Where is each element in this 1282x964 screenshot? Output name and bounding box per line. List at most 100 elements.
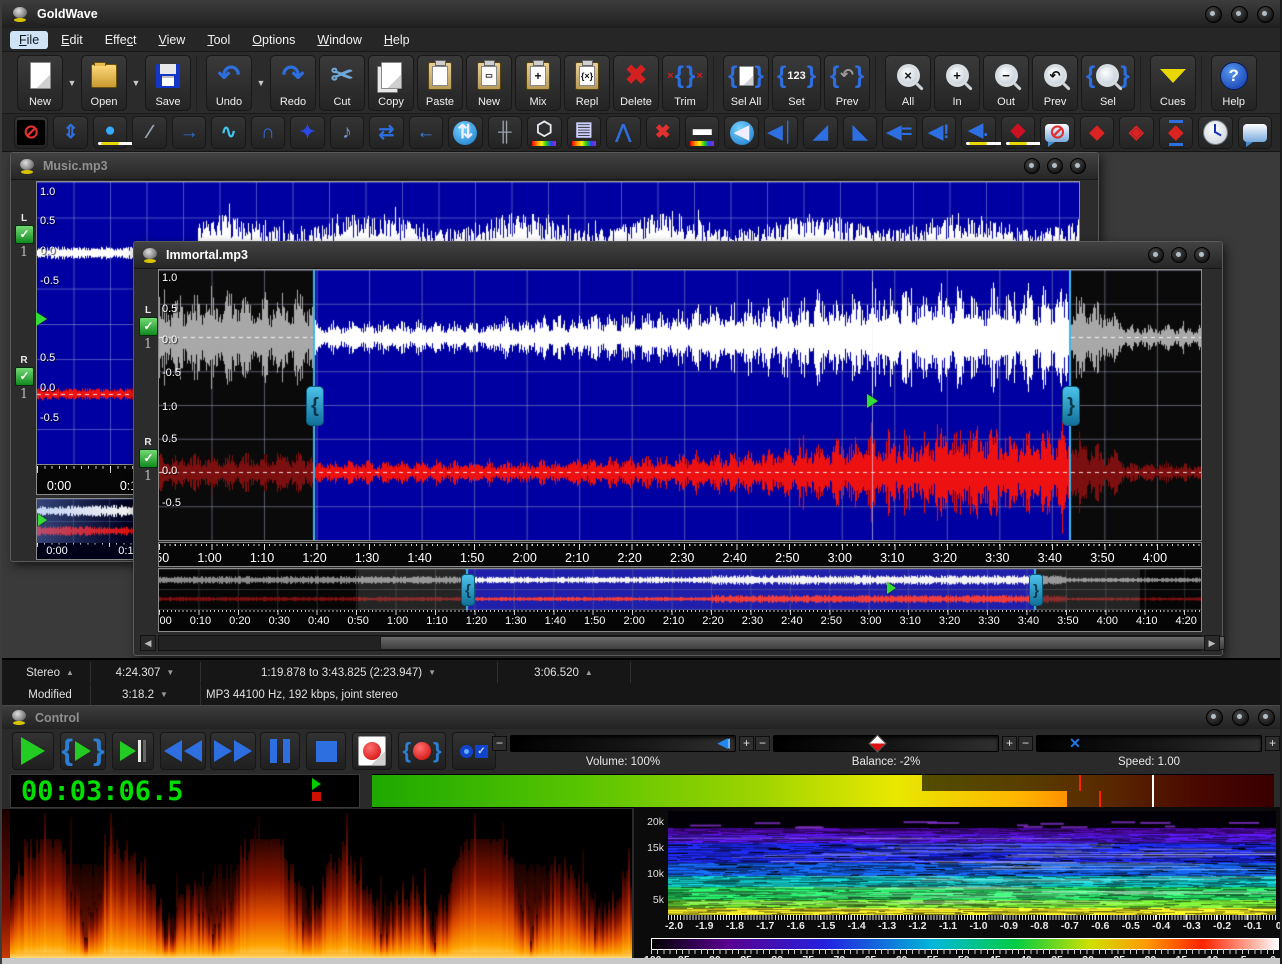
timer-icon[interactable] — [1198, 116, 1232, 149]
volume-slider[interactable]: ◀ — [510, 735, 736, 752]
equalizer-icon[interactable]: ╫ — [488, 116, 522, 149]
in-button[interactable]: +In — [934, 55, 980, 111]
music-close-button[interactable] — [1070, 158, 1086, 174]
close-button[interactable] — [1257, 6, 1274, 23]
control-maximize-button[interactable] — [1232, 709, 1249, 726]
monitor-effect-icon[interactable]: ◆ — [1159, 116, 1193, 149]
expression-evaluator-icon[interactable]: ∕ — [132, 116, 166, 149]
mix-button[interactable]: +Mix — [515, 55, 561, 111]
immortal-timeline[interactable]: 0:501:001:101:201:301:401:502:002:102:20… — [158, 542, 1202, 567]
selection-start-handle[interactable]: { — [306, 386, 324, 426]
play-selection-button[interactable]: {} — [60, 732, 106, 770]
overview-play-marker[interactable] — [887, 582, 896, 594]
pause-button[interactable] — [260, 732, 300, 770]
shape-volume-icon[interactable]: ◀. — [961, 116, 995, 149]
immortal-window[interactable]: Immortal.mp3 L✓1R✓1 1.00.50.0-0.51.00.50… — [133, 241, 1223, 656]
cues-button[interactable]: Cues — [1150, 55, 1196, 111]
undo-dropdown-arrow[interactable]: ▼ — [255, 56, 267, 110]
sel-button[interactable]: {}Sel — [1081, 55, 1135, 111]
out-button[interactable]: −Out — [983, 55, 1029, 111]
status-down-arrow[interactable]: ▼ — [428, 668, 436, 677]
filter-shape-icon[interactable]: ⬡ — [527, 116, 561, 149]
scroll-left-arrow[interactable]: ◀ — [140, 635, 156, 651]
delete-button[interactable]: ✖Delete — [613, 55, 659, 111]
immortal-waveform-area[interactable]: 1.00.50.0-0.51.00.50.0-0.5 { } — [158, 269, 1202, 541]
music-minimize-button[interactable] — [1024, 158, 1040, 174]
playback-rate-icon[interactable]: ♪ — [330, 116, 364, 149]
new-dropdown-arrow[interactable]: ▼ — [66, 56, 78, 110]
exchange-channels-icon[interactable]: ⇄ — [369, 116, 403, 149]
adjust-up-down-icon[interactable]: ⇕ — [53, 116, 87, 149]
immortal-overview-strip[interactable]: { } 0:000:100:200:300:400:501:001:101:20… — [158, 568, 1202, 632]
monitor-disable-icon[interactable]: ⊘ — [14, 116, 48, 149]
new-button[interactable]: ▭New — [466, 55, 512, 111]
cut-button[interactable]: ✂Cut — [319, 55, 365, 111]
undo-button[interactable]: ↶Undo — [206, 55, 252, 111]
loudness-icon[interactable]: ◀! — [922, 116, 956, 149]
channel-l-checkbox[interactable]: ✓ — [15, 225, 34, 244]
censor-icon[interactable]: ⊘ — [1040, 116, 1074, 149]
fast-forward-button[interactable] — [210, 732, 256, 770]
reverse-icon[interactable]: ∩ — [251, 116, 285, 149]
balance-slider[interactable] — [773, 735, 999, 752]
match-volume-icon[interactable]: ◀= — [882, 116, 916, 149]
status-cell[interactable]: 1:19.878 to 3:43.825 (2:23.947)▼ — [200, 662, 498, 683]
stop-button[interactable] — [306, 732, 346, 770]
repl-button[interactable]: {×}Repl — [564, 55, 610, 111]
record-selection-button[interactable]: {} — [398, 732, 446, 770]
fade-icon[interactable]: ◀│ — [764, 116, 798, 149]
balance-decrease-button[interactable]: − — [755, 736, 770, 751]
redo-button[interactable]: ↷Redo — [270, 55, 316, 111]
immortal-play-marker[interactable] — [867, 394, 878, 408]
scrollbar-thumb[interactable] — [380, 636, 1225, 650]
paste-button[interactable]: Paste — [417, 55, 463, 111]
play-button[interactable] — [12, 732, 54, 770]
volume-decrease-button[interactable]: − — [492, 736, 507, 751]
control-titlebar[interactable]: Control — [2, 706, 1282, 729]
immortal-window-titlebar[interactable]: Immortal.mp3 — [134, 242, 1222, 269]
menu-item-window[interactable]: Window — [308, 31, 370, 49]
maximize-button[interactable] — [1231, 6, 1248, 23]
record-effect-icon[interactable]: ◈ — [1119, 116, 1153, 149]
horizontal-scrollbar[interactable] — [158, 635, 1202, 651]
music-window-titlebar[interactable]: Music.mp3 — [11, 153, 1098, 180]
open-dropdown-arrow[interactable]: ▼ — [130, 56, 142, 110]
trim-button[interactable]: ×{ }×Trim — [662, 55, 708, 111]
immortal-close-button[interactable] — [1194, 247, 1210, 263]
menu-item-view[interactable]: View — [149, 31, 194, 49]
status-cell[interactable]: 3:06.520▲ — [497, 662, 631, 683]
spectrum-filter-icon[interactable]: ▤ — [567, 116, 601, 149]
channel-r-checkbox[interactable]: ✓ — [139, 449, 158, 468]
menu-item-help[interactable]: Help — [375, 31, 419, 49]
control-close-button[interactable] — [1258, 709, 1275, 726]
menu-item-options[interactable]: Options — [243, 31, 304, 49]
menu-item-effect[interactable]: Effect — [96, 31, 146, 49]
volume-increase-button[interactable]: + — [739, 736, 754, 751]
rewind-button[interactable] — [160, 732, 206, 770]
overview-selection-start-handle[interactable]: { — [461, 574, 475, 606]
flange-icon[interactable]: ✦ — [290, 116, 324, 149]
open-button[interactable]: Open — [81, 55, 127, 111]
speed-decrease-button[interactable]: − — [1018, 736, 1033, 751]
music-maximize-button[interactable] — [1047, 158, 1063, 174]
immortal-minimize-button[interactable] — [1148, 247, 1164, 263]
immortal-overview-waveform[interactable] — [159, 569, 1201, 610]
overview-selection-end-handle[interactable]: } — [1029, 574, 1043, 606]
status-cell[interactable]: Modified — [10, 684, 91, 705]
save-button[interactable]: Save — [145, 55, 191, 111]
menu-item-edit[interactable]: Edit — [52, 31, 92, 49]
volume-slider-thumb[interactable]: ◀ — [718, 735, 728, 751]
status-up-arrow[interactable]: ▲ — [66, 668, 74, 677]
prev-button[interactable]: ↶Prev — [1032, 55, 1078, 111]
music-overview-play-marker[interactable] — [38, 514, 47, 526]
time-shift-icon[interactable]: ← — [409, 116, 443, 149]
all-button[interactable]: ×All — [885, 55, 931, 111]
balance-increase-button[interactable]: + — [1002, 736, 1017, 751]
speaker-icon[interactable]: ◀ — [724, 116, 758, 149]
record-button[interactable] — [352, 732, 392, 770]
sel-all-button[interactable]: {}Sel All — [723, 55, 769, 111]
spectrum-icon[interactable]: ▬ — [685, 116, 719, 149]
volume-up-icon[interactable]: ◢ — [803, 116, 837, 149]
selection-end-handle[interactable]: } — [1062, 386, 1080, 426]
status-down-arrow[interactable]: ▼ — [166, 668, 174, 677]
